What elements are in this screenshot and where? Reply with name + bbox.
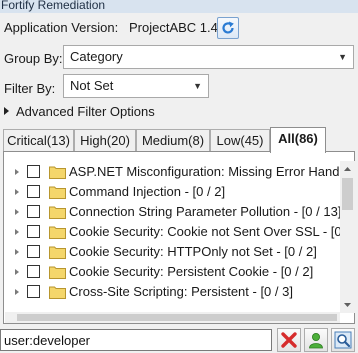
issue-label: Command Injection - [0 / 2] bbox=[69, 184, 226, 199]
user-icon bbox=[309, 333, 323, 349]
filter-by-value: Not Set bbox=[70, 78, 114, 93]
folder-icon bbox=[49, 226, 66, 239]
issues-tree: ASP.NET Misconfiguration: Missing Error … bbox=[5, 162, 340, 310]
issue-checkbox[interactable] bbox=[27, 165, 40, 178]
list-item[interactable]: Command Injection - [0 / 2] bbox=[5, 182, 340, 202]
filter-by-label: Filter By: bbox=[4, 81, 56, 96]
issue-checkbox[interactable] bbox=[27, 265, 40, 278]
clear-icon bbox=[281, 332, 297, 348]
user-filter-button[interactable] bbox=[304, 328, 328, 352]
issue-checkbox[interactable] bbox=[27, 245, 40, 258]
horizontal-scrollbar[interactable] bbox=[5, 312, 340, 323]
issue-checkbox[interactable] bbox=[27, 205, 40, 218]
tab-critical[interactable]: Critical(13) bbox=[3, 129, 74, 151]
list-item[interactable]: Connection String Parameter Pollution - … bbox=[5, 202, 340, 222]
list-item[interactable]: Cross-Site Scripting: Persistent - [0 / … bbox=[5, 282, 340, 302]
tab-high[interactable]: High(20) bbox=[74, 129, 136, 151]
issue-label: Cookie Security: HTTPOnly not Set - [0 /… bbox=[69, 244, 317, 259]
expand-arrow-icon[interactable] bbox=[15, 169, 19, 175]
expand-arrow-icon[interactable] bbox=[15, 229, 19, 235]
folder-icon bbox=[49, 166, 66, 179]
expand-arrow-icon[interactable] bbox=[15, 189, 19, 195]
version-value: ProjectABC 1.4 bbox=[129, 20, 218, 35]
folder-icon bbox=[49, 246, 66, 259]
issues-panel: ASP.NET Misconfiguration: Missing Error … bbox=[3, 151, 355, 324]
folder-icon bbox=[49, 266, 66, 279]
search-button[interactable] bbox=[331, 328, 355, 352]
folder-icon bbox=[49, 186, 66, 199]
search-icon bbox=[334, 331, 352, 349]
chevron-down-icon: ▼ bbox=[193, 81, 202, 91]
expand-arrow-icon[interactable] bbox=[15, 289, 19, 295]
issue-label: Cookie Security: Persistent Cookie - [0 … bbox=[69, 264, 314, 279]
window-title: Fortify Remediation bbox=[0, 0, 358, 13]
refresh-icon bbox=[222, 21, 234, 34]
scroll-up-icon[interactable] bbox=[340, 161, 355, 176]
vertical-scrollbar[interactable] bbox=[340, 161, 355, 313]
expand-arrow-icon[interactable] bbox=[15, 269, 19, 275]
list-item[interactable]: Cookie Security: Cookie not Sent Over SS… bbox=[5, 222, 340, 242]
expand-arrow-icon[interactable] bbox=[15, 209, 19, 215]
group-by-value: Category bbox=[70, 49, 123, 64]
expand-arrow-icon[interactable] bbox=[15, 249, 19, 255]
tab-medium[interactable]: Medium(8) bbox=[136, 129, 210, 151]
folder-icon bbox=[49, 206, 66, 219]
list-item[interactable]: Cookie Security: HTTPOnly not Set - [0 /… bbox=[5, 242, 340, 262]
scroll-down-icon[interactable] bbox=[340, 298, 355, 313]
list-item[interactable]: Cookie Security: Persistent Cookie - [0 … bbox=[5, 262, 340, 282]
issue-checkbox[interactable] bbox=[27, 285, 40, 298]
chevron-down-icon: ▼ bbox=[338, 52, 347, 62]
folder-icon bbox=[49, 286, 66, 299]
horizontal-scroll-thumb[interactable] bbox=[17, 314, 337, 321]
refresh-button[interactable] bbox=[217, 17, 239, 39]
expand-triangle-icon bbox=[4, 107, 9, 115]
issue-label: Connection String Parameter Pollution - … bbox=[69, 204, 340, 219]
filter-by-select[interactable]: Not Set ▼ bbox=[63, 74, 209, 98]
group-by-label: Group By: bbox=[4, 51, 63, 66]
version-label: Application Version: bbox=[4, 20, 119, 35]
advanced-filter-label: Advanced Filter Options bbox=[16, 104, 155, 119]
issue-checkbox[interactable] bbox=[27, 185, 40, 198]
issue-label: ASP.NET Misconfiguration: Missing Error … bbox=[69, 164, 340, 179]
tab-all[interactable]: All(86) bbox=[270, 127, 326, 153]
vertical-scroll-thumb[interactable] bbox=[342, 178, 353, 210]
issue-label: Cookie Security: Cookie not Sent Over SS… bbox=[69, 224, 340, 239]
list-item[interactable]: ASP.NET Misconfiguration: Missing Error … bbox=[5, 162, 340, 182]
search-input[interactable] bbox=[0, 329, 272, 351]
advanced-filter-toggle[interactable]: Advanced Filter Options bbox=[4, 103, 155, 121]
tab-low[interactable]: Low(45) bbox=[210, 129, 270, 151]
issue-label: Cross-Site Scripting: Persistent - [0 / … bbox=[69, 284, 293, 299]
issue-checkbox[interactable] bbox=[27, 225, 40, 238]
clear-search-button[interactable] bbox=[277, 328, 301, 352]
group-by-select[interactable]: Category ▼ bbox=[63, 45, 354, 69]
